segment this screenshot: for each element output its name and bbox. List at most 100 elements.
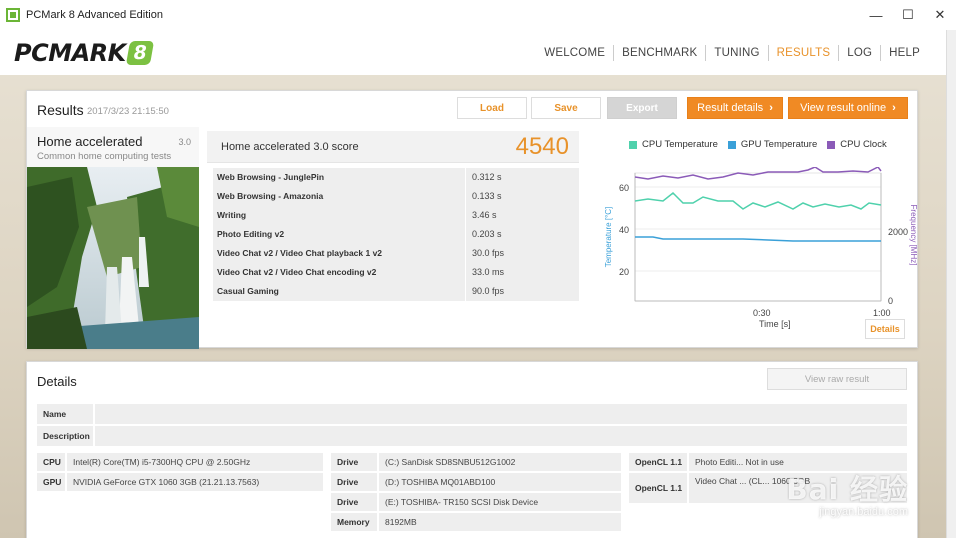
memory-row: Memory 8192MB — [331, 513, 621, 531]
chevron-right-icon: › — [892, 102, 896, 114]
view-online-label: View result online — [800, 102, 887, 114]
subscore-name: Photo Editing v2 — [213, 225, 465, 244]
subscore-table: Web Browsing - JunglePin 0.312 s Web Brows… — [213, 168, 579, 301]
monitoring-graph: CPU Temperature GPU Temperature CPU Clock … — [593, 127, 917, 347]
hardware-info: CPU Intel(R) Core(TM) i5-7300HQ CPU @ 2.… — [37, 453, 909, 538]
opencl-label: OpenCL 1.1 — [629, 473, 687, 503]
legend-label: GPU Temperature — [740, 139, 818, 150]
description-label: Description — [37, 426, 93, 446]
legend-item[interactable]: GPU Temperature — [727, 139, 818, 150]
view-raw-result-button[interactable]: View raw result — [767, 368, 907, 390]
nav-welcome[interactable]: WELCOME — [536, 44, 615, 61]
export-button[interactable]: Export — [607, 97, 677, 119]
subscore-row: Video Chat v2 / Video Chat playback 1 v2… — [213, 244, 579, 263]
scrollbar[interactable] — [946, 30, 956, 538]
results-date: 2017/3/23 21:15:50 — [87, 106, 169, 117]
main-nav: WELCOME BENCHMARK TUNING RESULTS LOG HELP — [536, 30, 928, 75]
gpu-temperature-series — [635, 236, 881, 242]
drive-row-3: Drive (E:) TOSHIBA- TR150 SCSI Disk Devi… — [331, 493, 621, 511]
subscore-name: Video Chat v2 / Video Chat encoding v2 — [213, 263, 465, 282]
test-description: Common home computing tests — [37, 151, 172, 162]
name-row: Name — [37, 404, 907, 424]
subscore-value: 3.46 s — [466, 206, 579, 225]
left-tick-20: 20 — [619, 267, 629, 277]
graph-canvas: 60 40 20 2000 0 Temperature [°C] Frequen… — [604, 167, 917, 306]
subscore-value: 0.203 s — [466, 225, 579, 244]
drive-label: Drive — [331, 453, 377, 471]
graph-details-button[interactable]: Details — [865, 319, 905, 339]
pcmark-logo: PCMARK 8 — [14, 39, 154, 67]
subscore-row: Photo Editing v2 0.203 s — [213, 225, 579, 244]
score-header: Home accelerated 3.0 score 4540 — [207, 131, 579, 163]
details-title: Details — [37, 374, 77, 389]
waterfall-image — [27, 167, 199, 349]
legend-item[interactable]: CPU Temperature — [629, 139, 718, 150]
view-online-button[interactable]: View result online › — [788, 97, 908, 119]
left-tick-60: 60 — [619, 183, 629, 193]
subscore-row: Web Browsing - Amazonia 0.133 s — [213, 187, 579, 206]
nav-results[interactable]: RESULTS — [769, 44, 840, 61]
subscore-value: 30.0 fps — [466, 244, 579, 263]
nav-help[interactable]: HELP — [881, 45, 928, 61]
drive-row-2: Drive (D:) TOSHIBA MQ01ABD100 — [331, 473, 621, 491]
close-button[interactable]: ✕ — [924, 0, 956, 30]
drive-value-3: (E:) TOSHIBA- TR150 SCSI Disk Device — [379, 493, 621, 511]
legend-swatch — [827, 140, 836, 149]
x-axis-label: Time [s] — [759, 319, 791, 329]
subscore-name: Writing — [213, 206, 465, 225]
legend-label: CPU Clock — [840, 139, 887, 150]
details-panel: Details View raw result Name Description… — [26, 361, 918, 538]
graph-legend: CPU Temperature GPU Temperature CPU Clock — [629, 139, 897, 150]
description-value[interactable] — [95, 426, 907, 446]
test-version: 3.0 — [178, 137, 191, 147]
drive-value-2: (D:) TOSHIBA MQ01ABD100 — [379, 473, 621, 491]
subscore-name: Web Browsing - Amazonia — [213, 187, 465, 206]
drive-row-1: Drive (C:) SanDisk SD8SNBU512G1002 — [331, 453, 621, 471]
legend-item[interactable]: CPU Clock — [827, 139, 887, 150]
test-card[interactable]: Home accelerated 3.0 Common home computi… — [27, 127, 199, 349]
subscore-value: 0.133 s — [466, 187, 579, 206]
chevron-right-icon: › — [769, 102, 773, 114]
subscore-name: Video Chat v2 / Video Chat playback 1 v2 — [213, 244, 465, 263]
subscore-value: 0.312 s — [466, 168, 579, 187]
subscore-value: 90.0 fps — [466, 282, 579, 301]
load-button[interactable]: Load — [457, 97, 527, 119]
right-tick-2000: 2000 — [888, 227, 908, 237]
maximize-button[interactable]: ☐ — [892, 0, 924, 30]
cpu-row: CPU Intel(R) Core(TM) i5-7300HQ CPU @ 2.… — [37, 453, 323, 471]
left-tick-40: 40 — [619, 225, 629, 235]
legend-swatch — [629, 140, 637, 149]
memory-value: 8192MB — [379, 513, 621, 531]
app-header: PCMARK 8 WELCOME BENCHMARK TUNING RESULTS LO… — [0, 30, 946, 75]
watermark: Bai 经验 jingyan.baidu.com — [786, 468, 908, 518]
gpu-label: GPU — [37, 473, 65, 491]
watermark-logo: Bai 经验 — [786, 473, 908, 506]
subscore-name: Web Browsing - JunglePin — [213, 168, 465, 187]
name-label: Name — [37, 404, 93, 424]
drive-label: Drive — [331, 473, 377, 491]
left-axis-label: Temperature [°C] — [604, 207, 613, 268]
legend-label: CPU Temperature — [642, 139, 718, 150]
gpu-row: GPU NVIDIA GeForce GTX 1060 3GB (21.21.1… — [37, 473, 323, 491]
name-value[interactable] — [95, 404, 907, 424]
drive-value-1: (C:) SanDisk SD8SNBU512G1002 — [379, 453, 621, 471]
logo-number: 8 — [125, 40, 154, 65]
minimize-button[interactable]: — — [860, 0, 892, 30]
drive-label: Drive — [331, 493, 377, 511]
subscore-row: Web Browsing - JunglePin 0.312 s — [213, 168, 579, 187]
x-tick-030: 0:30 — [753, 308, 771, 318]
subscore-row: Video Chat v2 / Video Chat encoding v2 33… — [213, 263, 579, 282]
x-tick-100: 1:00 — [873, 308, 891, 318]
subscore-row: Writing 3.46 s — [213, 206, 579, 225]
nav-benchmark[interactable]: BENCHMARK — [614, 44, 707, 61]
results-header: Results 2017/3/23 21:15:50 Load Save Exp… — [27, 91, 917, 127]
results-title: Results — [37, 102, 84, 118]
subscore-value: 33.0 ms — [466, 263, 579, 282]
result-details-button[interactable]: Result details › — [687, 97, 783, 119]
score-label: Home accelerated 3.0 score — [221, 141, 359, 153]
nav-tuning[interactable]: TUNING — [706, 44, 769, 61]
test-name: Home accelerated — [37, 134, 143, 149]
nav-log[interactable]: LOG — [839, 44, 882, 61]
window-controls: — ☐ ✕ — [860, 0, 956, 30]
save-button[interactable]: Save — [531, 97, 601, 119]
